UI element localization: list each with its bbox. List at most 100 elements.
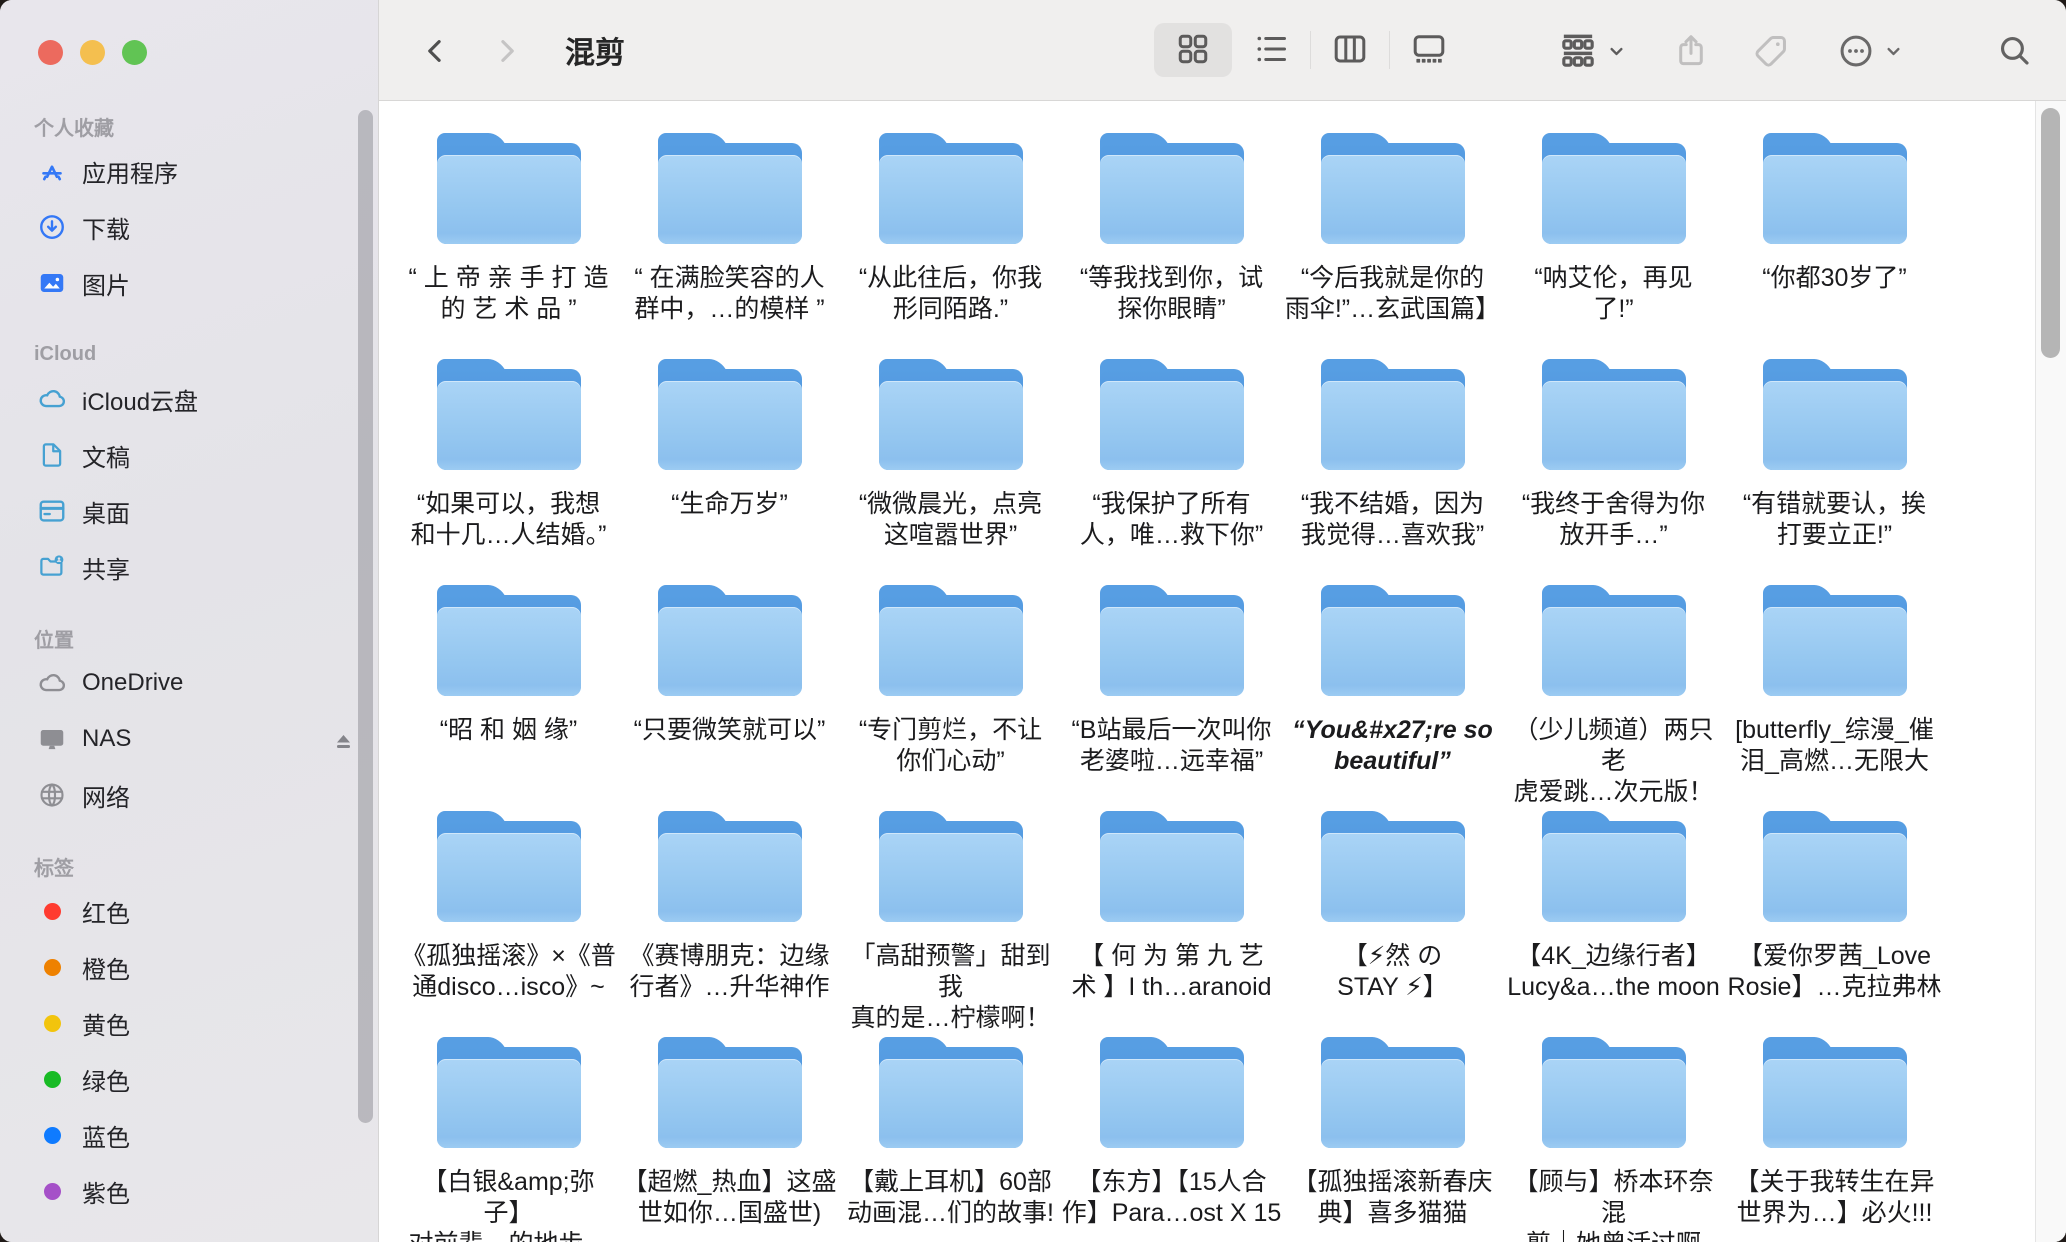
folder-item[interactable]: “如果可以，我想 和十几…人结婚。”	[398, 355, 619, 581]
folder-icon	[876, 807, 1026, 925]
folder-item[interactable]: 【⚡然 の STAY ⚡】	[1282, 807, 1503, 1033]
folder-item[interactable]: 《孤独摇滚》×《普 通disco…isco》~	[398, 807, 619, 1033]
folder-item[interactable]: “昭 和 姻 缘”	[398, 581, 619, 807]
folder-item[interactable]: “我不结婚，因为 我觉得…喜欢我”	[1282, 355, 1503, 581]
sidebar-item-documents[interactable]: 文稿	[0, 427, 378, 483]
folder-item[interactable]: 【孤独摇滚新春庆 典】喜多猫猫	[1282, 1033, 1503, 1242]
sidebar-item-network[interactable]: 网络	[0, 767, 378, 823]
folder-item[interactable]: “ 上 帝 亲 手 打 造 的 艺 术 品 ”	[398, 129, 619, 355]
folder-item[interactable]: 【东方】【15人合 作】Para…ost X 15	[1061, 1033, 1282, 1242]
icloud-icon	[36, 383, 68, 415]
close-button[interactable]	[38, 40, 63, 65]
sidebar-item-label: 蓝色	[82, 1118, 130, 1153]
sidebar-section: 个人收藏应用程序下载图片	[0, 109, 378, 311]
folder-item[interactable]: （少儿频道）两只老 虎爱跳…次元版！	[1503, 581, 1724, 807]
folder-item[interactable]: “ 在满脸笑容的人 群中，…的模样 ”	[619, 129, 840, 355]
folder-icon	[434, 807, 584, 925]
folder-item[interactable]: 【 何 为 第 九 艺 术 】I th…aranoid	[1061, 807, 1282, 1033]
sidebar-item-tag-purple[interactable]: 紫色	[0, 1163, 378, 1219]
folder-item[interactable]: “等我找到你，试 探你眼睛”	[1061, 129, 1282, 355]
column-view-button[interactable]	[1311, 23, 1389, 77]
folder-item[interactable]: 【顾与】桥本环奈混 剪｜她曾活过啊	[1503, 1033, 1724, 1242]
folder-icon	[1097, 1033, 1247, 1151]
chevron-down-icon	[1885, 43, 1902, 60]
folder-item[interactable]: “你都30岁了”	[1724, 129, 1945, 355]
sidebar-item-nas[interactable]: NAS	[0, 711, 378, 767]
scrollbar-track[interactable]	[2035, 101, 2066, 1242]
folder-label: “只要微笑就可以”	[619, 715, 840, 746]
sidebar-item-tag-yellow[interactable]: 黄色	[0, 995, 378, 1051]
ellipsis-circle-icon	[1837, 32, 1875, 70]
folder-icon	[1318, 807, 1468, 925]
sidebar-item-desktop[interactable]: 桌面	[0, 483, 378, 539]
forward-button[interactable]	[479, 25, 533, 77]
folder-item[interactable]: “专门剪烂，不让 你们心动”	[840, 581, 1061, 807]
sidebar-item-label: 共享	[82, 550, 130, 585]
sidebar-section: iCloudiCloud云盘文稿桌面共享	[0, 337, 378, 595]
folder-item[interactable]: “我保护了所有 人，唯…救下你”	[1061, 355, 1282, 581]
sidebar-item-tag-green[interactable]: 绿色	[0, 1051, 378, 1107]
folder-item[interactable]: “从此往后，你我 形同陌路.”	[840, 129, 1061, 355]
list-view-button[interactable]	[1232, 23, 1310, 77]
folder-icon	[1539, 581, 1689, 699]
folder-icon	[434, 1033, 584, 1151]
sidebar-item-pictures[interactable]: 图片	[0, 255, 378, 311]
tags-button[interactable]	[1743, 25, 1799, 77]
folder-item[interactable]: 【戴上耳机】60部 动画混…们的故事!	[840, 1033, 1061, 1242]
folder-label: “等我找到你，试 探你眼睛”	[1061, 263, 1282, 325]
group-button[interactable]	[1539, 25, 1643, 77]
sidebar-item-tag-blue[interactable]: 蓝色	[0, 1107, 378, 1163]
gallery-view-button[interactable]	[1390, 23, 1468, 77]
sidebar-item-shared[interactable]: 共享	[0, 539, 378, 595]
folder-item[interactable]: 【爱你罗茜_Love Rosie】…克拉弗林	[1724, 807, 1945, 1033]
folder-item[interactable]: 【白银&amp;弥子】 对前辈…的地步。	[398, 1033, 619, 1242]
folder-item[interactable]: “You&#x27;re so beautiful”	[1282, 581, 1503, 807]
folder-label: “生命万岁”	[619, 489, 840, 520]
folder-item[interactable]: “微微晨光，点亮 这喧嚣世界”	[840, 355, 1061, 581]
folder-icon	[876, 1033, 1026, 1151]
folder-item[interactable]: [butterfly_综漫_催 泪_高燃…无限大	[1724, 581, 1945, 807]
sidebar-item-label: 桌面	[82, 494, 130, 529]
eject-icon[interactable]	[331, 727, 356, 752]
folder-item[interactable]: 【超燃_热血】这盛 世如你…国盛世)	[619, 1033, 840, 1242]
folder-item[interactable]: “只要微笑就可以”	[619, 581, 840, 807]
sidebar-item-tag-red[interactable]: 红色	[0, 883, 378, 939]
chevron-down-icon	[1608, 43, 1625, 60]
sidebar-item-onedrive[interactable]: OneDrive	[0, 655, 378, 711]
folder-label: 【4K_边缘行者】 Lucy&a…the moon	[1503, 941, 1724, 1003]
share-button[interactable]	[1663, 25, 1719, 77]
chevron-left-icon	[421, 36, 451, 66]
scrollbar-thumb[interactable]	[2041, 108, 2060, 358]
folder-item[interactable]: “生命万岁”	[619, 355, 840, 581]
tag-color-dot	[36, 895, 68, 927]
folder-icon	[655, 1033, 805, 1151]
folder-item[interactable]: 《赛博朋克：边缘 行者》…升华神作	[619, 807, 840, 1033]
window-title: 混剪	[565, 0, 625, 100]
folder-item[interactable]: “B站最后一次叫你 老婆啦…远幸福”	[1061, 581, 1282, 807]
folder-item[interactable]: 【4K_边缘行者】 Lucy&a…the moon	[1503, 807, 1724, 1033]
folder-label: 【顾与】桥本环奈混 剪｜她曾活过啊	[1503, 1167, 1724, 1242]
folder-item[interactable]: “我终于舍得为你 放开手…”	[1503, 355, 1724, 581]
sidebar-item-downloads[interactable]: 下载	[0, 199, 378, 255]
sidebar-item-icloud-drive[interactable]: iCloud云盘	[0, 371, 378, 427]
sidebar-item-applications[interactable]: 应用程序	[0, 143, 378, 199]
folder-item[interactable]: 【关于我转生在异 世界为…】必火!!!	[1724, 1033, 1945, 1242]
globe-icon	[36, 779, 68, 811]
folder-item[interactable]: “有错就要认，挨 打要立正!”	[1724, 355, 1945, 581]
sidebar-scrollbar[interactable]	[358, 110, 373, 1123]
search-button[interactable]	[1987, 25, 2043, 77]
back-button[interactable]	[409, 25, 463, 77]
folder-item[interactable]: “呐艾伦，再见 了!”	[1503, 129, 1724, 355]
folder-item[interactable]: 「高甜预警」甜到我 真的是…柠檬啊！	[840, 807, 1061, 1033]
folder-icon	[1760, 129, 1910, 247]
sidebar-item-tag-orange[interactable]: 橙色	[0, 939, 378, 995]
grid-view-icon	[1175, 31, 1211, 70]
minimize-button[interactable]	[80, 40, 105, 65]
folder-icon	[1760, 807, 1910, 925]
icon-view-button[interactable]	[1154, 23, 1232, 77]
download-icon	[36, 211, 68, 243]
folder-item[interactable]: “今后我就是你的 雨伞!”…玄武国篇】	[1282, 129, 1503, 355]
zoom-button[interactable]	[122, 40, 147, 65]
more-button[interactable]	[1817, 25, 1921, 77]
sidebar-item-label: 红色	[82, 894, 130, 929]
